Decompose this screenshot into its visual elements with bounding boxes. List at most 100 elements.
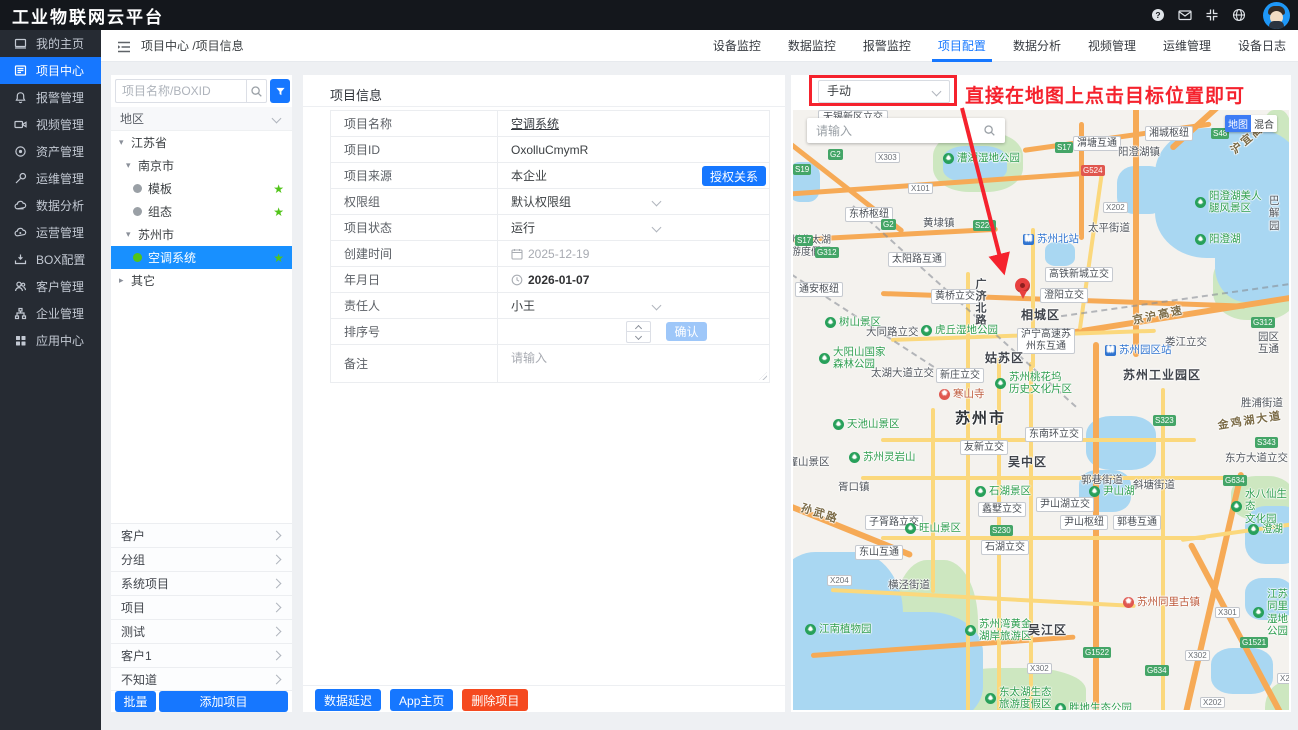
button-数据延迟[interactable]: 数据延迟: [315, 689, 381, 711]
road-badge: X101: [908, 183, 933, 194]
sidebar-item-asset[interactable]: 资产管理: [0, 138, 101, 165]
remark-textarea[interactable]: 请输入: [498, 345, 769, 382]
tree-node[interactable]: ▾苏州市: [111, 223, 292, 246]
project-name-link[interactable]: 空调系统: [511, 115, 559, 132]
favorite-star-icon[interactable]: ★: [273, 182, 284, 196]
sidebar-item-home[interactable]: 我的主页: [0, 30, 101, 57]
user-avatar[interactable]: [1263, 2, 1290, 29]
add-project-button[interactable]: 添加项目: [159, 691, 288, 712]
tree-node[interactable]: ▾南京市: [111, 154, 292, 177]
tree-node[interactable]: ▸其它: [111, 269, 292, 292]
search-button[interactable]: [246, 79, 267, 103]
sidebar-item-app[interactable]: 应用中心: [0, 327, 101, 354]
tree-group-header[interactable]: 地区: [111, 107, 292, 131]
sidebar-item-data[interactable]: 数据分析: [0, 192, 101, 219]
sidebar-item-enterprise[interactable]: 企业管理: [0, 300, 101, 327]
map-road: [881, 536, 1206, 540]
favorite-star-icon[interactable]: ★: [273, 251, 284, 265]
sidebar-item-operation[interactable]: 运营管理: [0, 219, 101, 246]
road-badge: X202: [1200, 697, 1225, 708]
locate-mode-select[interactable]: 手动: [818, 80, 950, 103]
sidebar-item-box[interactable]: BOX配置: [0, 246, 101, 273]
chevron-down-icon: [272, 114, 282, 124]
form-row: 备注请输入: [331, 345, 769, 382]
search-input[interactable]: [115, 79, 246, 103]
collapse-menu-icon[interactable]: [117, 40, 131, 52]
sidebar-item-customer[interactable]: 客户管理: [0, 273, 101, 300]
mail-icon[interactable]: [1178, 8, 1192, 22]
tree-node[interactable]: 空调系统★: [111, 246, 292, 269]
operation-icon: [14, 226, 27, 239]
box-icon: [14, 253, 27, 266]
form-row: 权限组默认权限组: [331, 189, 769, 215]
section-测试[interactable]: 测试: [111, 619, 292, 643]
map-label: ★寒山寺: [939, 388, 985, 400]
scenic-icon: ▲: [995, 378, 1006, 389]
map-label: ▲水八仙生态 文化园: [1231, 488, 1289, 525]
chevron-down-icon[interactable]: [652, 197, 662, 207]
tab-设备日志[interactable]: 设备日志: [1238, 30, 1286, 62]
filter-button[interactable]: [270, 79, 290, 103]
auth-relation-button[interactable]: 授权关系: [702, 166, 766, 186]
section-系统项目[interactable]: 系统项目: [111, 571, 292, 595]
stepper-up-icon[interactable]: [627, 322, 650, 332]
sidebar-item-alarm[interactable]: 报警管理: [0, 84, 101, 111]
tab-视频管理[interactable]: 视频管理: [1088, 30, 1136, 62]
tree-node[interactable]: 组态★: [111, 200, 292, 223]
stepper-down-icon[interactable]: [627, 332, 650, 342]
map-label: 胜浦街道: [1241, 397, 1283, 409]
tab-报警监控[interactable]: 报警监控: [863, 30, 911, 62]
customer-icon: [14, 280, 27, 293]
map-label: 太平街道: [1088, 222, 1130, 234]
sidebar-item-label: 客户管理: [36, 278, 84, 295]
sidebar-item-label: 我的主页: [36, 35, 84, 52]
tab-数据分析[interactable]: 数据分析: [1013, 30, 1061, 62]
tab-设备监控[interactable]: 设备监控: [713, 30, 761, 62]
map-label: 巴解园: [1269, 195, 1289, 232]
batch-button[interactable]: 批量: [115, 691, 156, 712]
help-icon[interactable]: ?: [1151, 8, 1165, 22]
section-客户[interactable]: 客户: [111, 523, 292, 547]
road-badge: X303: [875, 152, 900, 163]
map-label: 郭巷互通: [1113, 515, 1161, 530]
fullscreen-icon[interactable]: [1205, 8, 1219, 22]
tree-node[interactable]: 模板★: [111, 177, 292, 200]
section-客户1[interactable]: 客户1: [111, 643, 292, 667]
tab-运维管理[interactable]: 运维管理: [1163, 30, 1211, 62]
quantity-stepper[interactable]: [626, 321, 651, 343]
form-value: 2025-12-19: [498, 241, 769, 266]
form-label: 权限组: [331, 189, 498, 214]
button-App主页[interactable]: App主页: [390, 689, 453, 711]
section-不知道[interactable]: 不知道: [111, 667, 292, 691]
map-label: 园区互通: [1258, 331, 1289, 356]
project-form: 项目名称空调系统项目IDOxolluCmymR项目来源本企业授权关系权限组默认权…: [330, 110, 770, 383]
confirm-button[interactable]: 确认: [666, 322, 707, 341]
tree-node[interactable]: ▾江苏省: [111, 131, 292, 154]
attraction-icon: ★: [1123, 597, 1134, 608]
favorite-star-icon[interactable]: ★: [273, 205, 284, 219]
project-icon: [14, 64, 27, 77]
map-label: 斜塘街道: [1133, 479, 1175, 491]
sidebar-item-ops[interactable]: 运维管理: [0, 165, 101, 192]
section-项目[interactable]: 项目: [111, 595, 292, 619]
map-canvas[interactable]: 湘城枢纽渭塘互通阳澄湖镇沪宜高速▲漕湖湿地公园巴解园▲阳澄湖美人 腿风景区▲阳澄…: [793, 110, 1289, 710]
annotation-hint-text: 直接在地图上点击目标位置即可: [965, 81, 1245, 108]
caret-down-icon: ▾: [126, 160, 138, 171]
scenic-icon: ▲: [1253, 607, 1264, 618]
layer-地图[interactable]: 地图: [1225, 115, 1251, 132]
chevron-down-icon[interactable]: [652, 301, 662, 311]
scenic-icon: ▲: [905, 523, 916, 534]
language-icon[interactable]: [1232, 8, 1246, 22]
map-search-box[interactable]: 请输入: [807, 118, 1005, 143]
chevron-down-icon[interactable]: [652, 223, 662, 233]
caret-down-icon: ▾: [126, 229, 138, 240]
button-删除项目[interactable]: 删除项目: [462, 689, 528, 711]
tab-数据监控[interactable]: 数据监控: [788, 30, 836, 62]
sidebar-item-project[interactable]: 项目中心: [0, 57, 101, 84]
sidebar-item-video[interactable]: 视频管理: [0, 111, 101, 138]
layer-混合[interactable]: 混合: [1251, 115, 1277, 132]
tab-项目配置[interactable]: 项目配置: [938, 30, 986, 62]
road-badge: S230: [990, 525, 1013, 536]
section-分组[interactable]: 分组: [111, 547, 292, 571]
search-icon[interactable]: [983, 124, 996, 137]
